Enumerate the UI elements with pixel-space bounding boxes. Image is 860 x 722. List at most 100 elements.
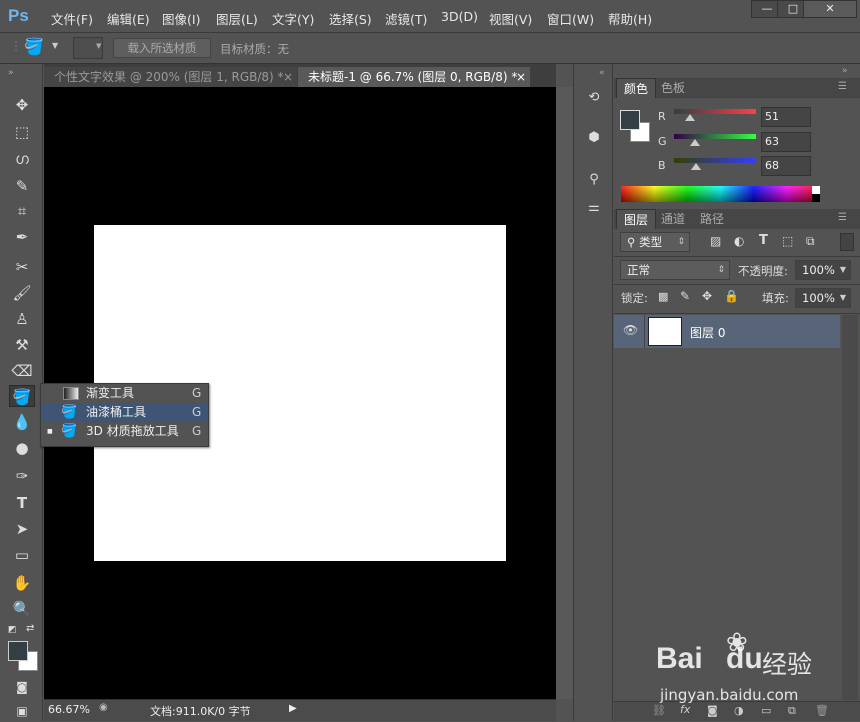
paint-bucket-tool-icon[interactable]: 🪣 [9, 385, 35, 407]
color-spectrum-ramp[interactable] [621, 186, 820, 202]
lock-position-icon[interactable]: ✥ [702, 289, 712, 303]
slider-b[interactable] [674, 158, 756, 163]
filter-pixel-icon[interactable]: ▨ [710, 234, 721, 248]
move-tool-icon[interactable]: ✥ [9, 94, 35, 116]
history-brush-tool-icon[interactable]: ⚒ [9, 334, 35, 356]
marquee-tool-icon[interactable]: ⬚ [9, 121, 35, 143]
slider-thumb-r[interactable] [685, 114, 696, 121]
layer-mask-icon[interactable]: ◙ [707, 704, 718, 717]
link-layers-icon[interactable]: ⛓ [652, 704, 666, 717]
menu-select[interactable]: 选择(S) [329, 9, 372, 28]
blend-mode-select[interactable]: 正常 ⇕ [620, 260, 730, 280]
type-tool-icon[interactable]: T [9, 492, 35, 514]
rectangle-tool-icon[interactable]: ▭ [9, 544, 35, 566]
menu-edit[interactable]: 编辑(E) [107, 9, 150, 28]
brush-tool-icon[interactable]: 🖌 [9, 282, 35, 304]
tab-channels[interactable]: 通道 [654, 209, 692, 229]
value-field-b[interactable]: 68 [761, 156, 811, 176]
swap-colors-icon[interactable]: ⇄ [26, 623, 34, 634]
menu-filter[interactable]: 滤镜(T) [385, 9, 427, 28]
filter-shape-icon[interactable]: ⬚ [782, 234, 793, 248]
collapse-icon[interactable]: » [842, 66, 848, 76]
menu-layer[interactable]: 图层(L) [216, 9, 258, 28]
close-icon[interactable]: × [283, 67, 293, 87]
menu-view[interactable]: 视图(V) [489, 9, 532, 28]
flyout-item-paint-bucket[interactable]: 🪣 油漆桶工具 G [41, 403, 208, 422]
stamp-tool-icon[interactable]: ♙ [9, 308, 35, 330]
load-selected-material-button[interactable]: 载入所选材质 [113, 38, 211, 58]
black-swatch[interactable] [812, 194, 820, 202]
layer-filter-kind-select[interactable]: ⚲ 类型 ⇕ [620, 232, 690, 252]
menu-image[interactable]: 图像(I) [162, 9, 200, 28]
lock-transparent-icon[interactable]: ▩ [658, 290, 668, 303]
quick-mask-icon[interactable]: ◙ [9, 676, 35, 698]
menu-type[interactable]: 文字(Y) [272, 9, 314, 28]
paint-bucket-icon[interactable]: 🪣 [24, 37, 44, 56]
foreground-color-swatch[interactable] [8, 641, 28, 661]
history-panel-icon[interactable]: ⟲ [585, 90, 603, 112]
panel-menu-icon[interactable]: ☰ [838, 212, 847, 223]
fx-icon[interactable]: fx [680, 703, 690, 716]
layer-name[interactable]: 图层 0 [690, 324, 725, 341]
tab-document-1[interactable]: 个性文字效果 @ 200% (图层 1, RGB/8) * × [44, 67, 297, 87]
new-group-icon[interactable]: ▭ [761, 704, 771, 717]
menu-window[interactable]: 窗口(W) [547, 9, 594, 28]
filter-smart-object-icon[interactable]: ⧉ [806, 234, 815, 249]
adjustments-icon[interactable]: ⚌ [585, 200, 603, 222]
tab-color[interactable]: 颜色 [616, 78, 657, 98]
eyedropper-tool-icon[interactable]: ✒ [9, 226, 35, 248]
lasso-tool-icon[interactable]: ഗ [9, 148, 35, 170]
trash-icon[interactable]: 🗑 [815, 704, 829, 717]
quick-select-tool-icon[interactable]: ✎ [9, 175, 35, 197]
screen-mode-icon[interactable]: ▣ [9, 700, 35, 722]
opacity-field[interactable]: 100% ▼ [795, 260, 851, 280]
crop-tool-icon[interactable]: ⌗ [9, 200, 35, 222]
eye-icon[interactable]: 👁 [623, 323, 638, 337]
play-icon[interactable]: ▶ [289, 703, 297, 714]
eraser-tool-icon[interactable]: ⌫ [9, 360, 35, 382]
lock-all-icon[interactable]: 🔒 [724, 289, 739, 303]
close-button[interactable]: ✕ [803, 0, 857, 18]
collapse-icon[interactable]: « [599, 68, 605, 78]
tab-layers[interactable]: 图层 [616, 209, 657, 229]
collapse-icon[interactable]: » [8, 68, 14, 78]
tab-paths[interactable]: 路径 [693, 209, 731, 229]
fill-field[interactable]: 100% ▼ [795, 288, 851, 308]
flyout-item-3d-material-drop[interactable]: ■ 🪣 3D 材质拖放工具 G [41, 422, 208, 441]
hand-tool-icon[interactable]: ✋ [9, 572, 35, 594]
filter-adjustment-icon[interactable]: ◐ [734, 234, 744, 248]
new-layer-icon[interactable]: ⧉ [788, 704, 796, 718]
panel-menu-icon[interactable]: ☰ [838, 81, 847, 92]
zoom-tool-icon[interactable]: 🔍 [9, 598, 35, 620]
blur-tool-icon[interactable]: 💧 [9, 411, 35, 433]
filter-type-icon[interactable]: T [759, 233, 768, 248]
tab-document-2[interactable]: 未标题-1 @ 66.7% (图层 0, RGB/8) * × [298, 67, 530, 87]
dodge-tool-icon[interactable]: ● [9, 437, 35, 459]
pen-tool-icon[interactable]: ✑ [9, 465, 35, 487]
layer-row[interactable]: 👁 图层 0 [614, 315, 840, 348]
menu-help[interactable]: 帮助(H) [608, 9, 652, 28]
3d-panel-icon[interactable]: ⬢ [585, 130, 603, 152]
value-field-r[interactable]: 51 [761, 107, 811, 127]
zoom-level[interactable]: 66.67% [48, 703, 90, 716]
close-icon[interactable]: × [516, 67, 526, 87]
menu-file[interactable]: 文件(F) [51, 9, 93, 28]
menu-3d[interactable]: 3D(D) [441, 9, 478, 24]
flyout-item-gradient[interactable]: 渐变工具 G [41, 384, 208, 403]
chevron-down-icon[interactable]: ▼ [96, 42, 101, 50]
healing-brush-tool-icon[interactable]: ✂ [9, 256, 35, 278]
slider-thumb-b[interactable] [691, 163, 702, 170]
adjustment-layer-icon[interactable]: ◑ [734, 704, 744, 717]
filter-toggle[interactable] [840, 233, 854, 251]
slider-g[interactable] [674, 134, 756, 139]
color-fg-swatch[interactable] [620, 110, 640, 130]
chevron-down-icon[interactable]: ▼ [52, 41, 58, 50]
brush-presets-icon[interactable]: ⚲ [585, 172, 603, 194]
path-select-tool-icon[interactable]: ➤ [9, 518, 35, 540]
share-icon[interactable]: ◉ [99, 702, 108, 713]
lock-pixels-icon[interactable]: ✎ [680, 289, 690, 303]
tab-swatches[interactable]: 色板 [654, 78, 692, 98]
default-colors-icon[interactable]: ◩ [8, 625, 17, 635]
white-swatch[interactable] [812, 186, 820, 194]
value-field-g[interactable]: 63 [761, 132, 811, 152]
